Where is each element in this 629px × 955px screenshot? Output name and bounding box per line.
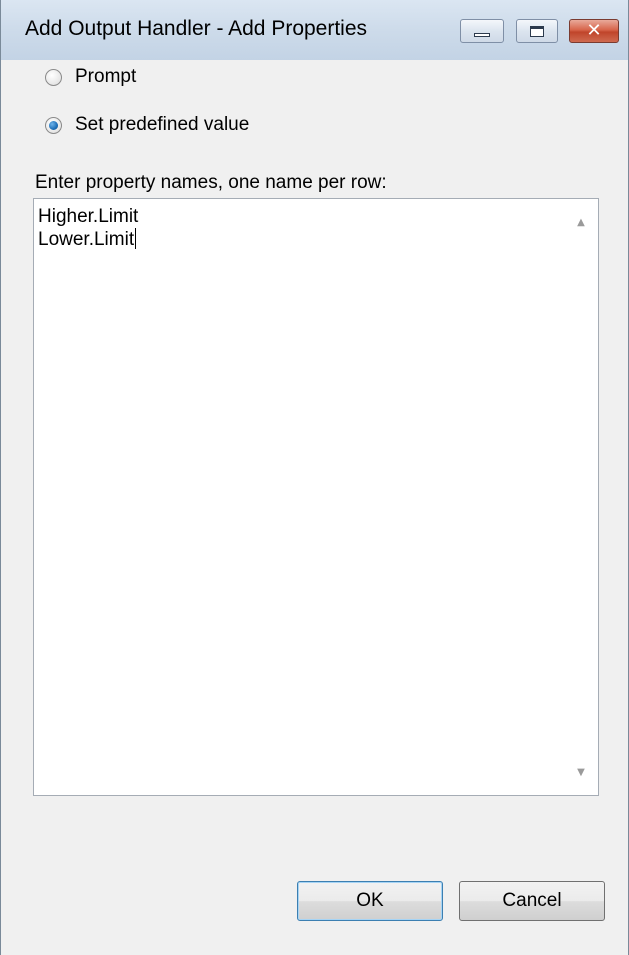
vertical-scrollbar[interactable]: ▲ ▼: [564, 199, 598, 795]
minimize-button[interactable]: [460, 19, 504, 43]
minimize-icon: [474, 33, 490, 37]
radio-prompt-circle[interactable]: [45, 68, 62, 86]
property-names-label: Enter property names, one name per row:: [35, 172, 387, 193]
radio-set-predefined-circle[interactable]: [45, 116, 62, 134]
window-title: Add Output Handler - Add Properties: [25, 17, 368, 40]
radio-set-predefined-value[interactable]: Set predefined value: [45, 114, 249, 136]
property-line: Lower.Limit: [38, 229, 135, 250]
scroll-up-arrow-icon[interactable]: ▲: [564, 205, 598, 239]
property-names-textarea[interactable]: Higher.Limit Lower.Limit ▲ ▼: [33, 198, 599, 796]
maximize-button[interactable]: [516, 19, 558, 43]
cancel-button[interactable]: Cancel: [459, 881, 605, 921]
property-line: Higher.Limit: [38, 206, 139, 227]
text-caret: [135, 228, 137, 249]
radio-selected-dot: [49, 120, 58, 130]
textarea-content[interactable]: Higher.Limit Lower.Limit: [38, 205, 558, 251]
radio-prompt-label: Prompt: [75, 66, 137, 87]
close-icon: ✕: [586, 20, 602, 41]
scroll-down-arrow-icon[interactable]: ▼: [564, 755, 598, 789]
radio-set-predefined-label: Set predefined value: [75, 114, 250, 135]
ok-button[interactable]: OK: [297, 881, 443, 921]
maximize-icon: [530, 25, 544, 37]
dialog-window: Add Output Handler - Add Properties ✕ Pr…: [0, 0, 629, 955]
radio-prompt[interactable]: Prompt: [45, 66, 136, 88]
property-line-with-caret: Lower.Limit: [38, 228, 558, 251]
close-button[interactable]: ✕: [569, 19, 619, 43]
title-bar[interactable]: Add Output Handler - Add Properties ✕: [1, 0, 628, 60]
